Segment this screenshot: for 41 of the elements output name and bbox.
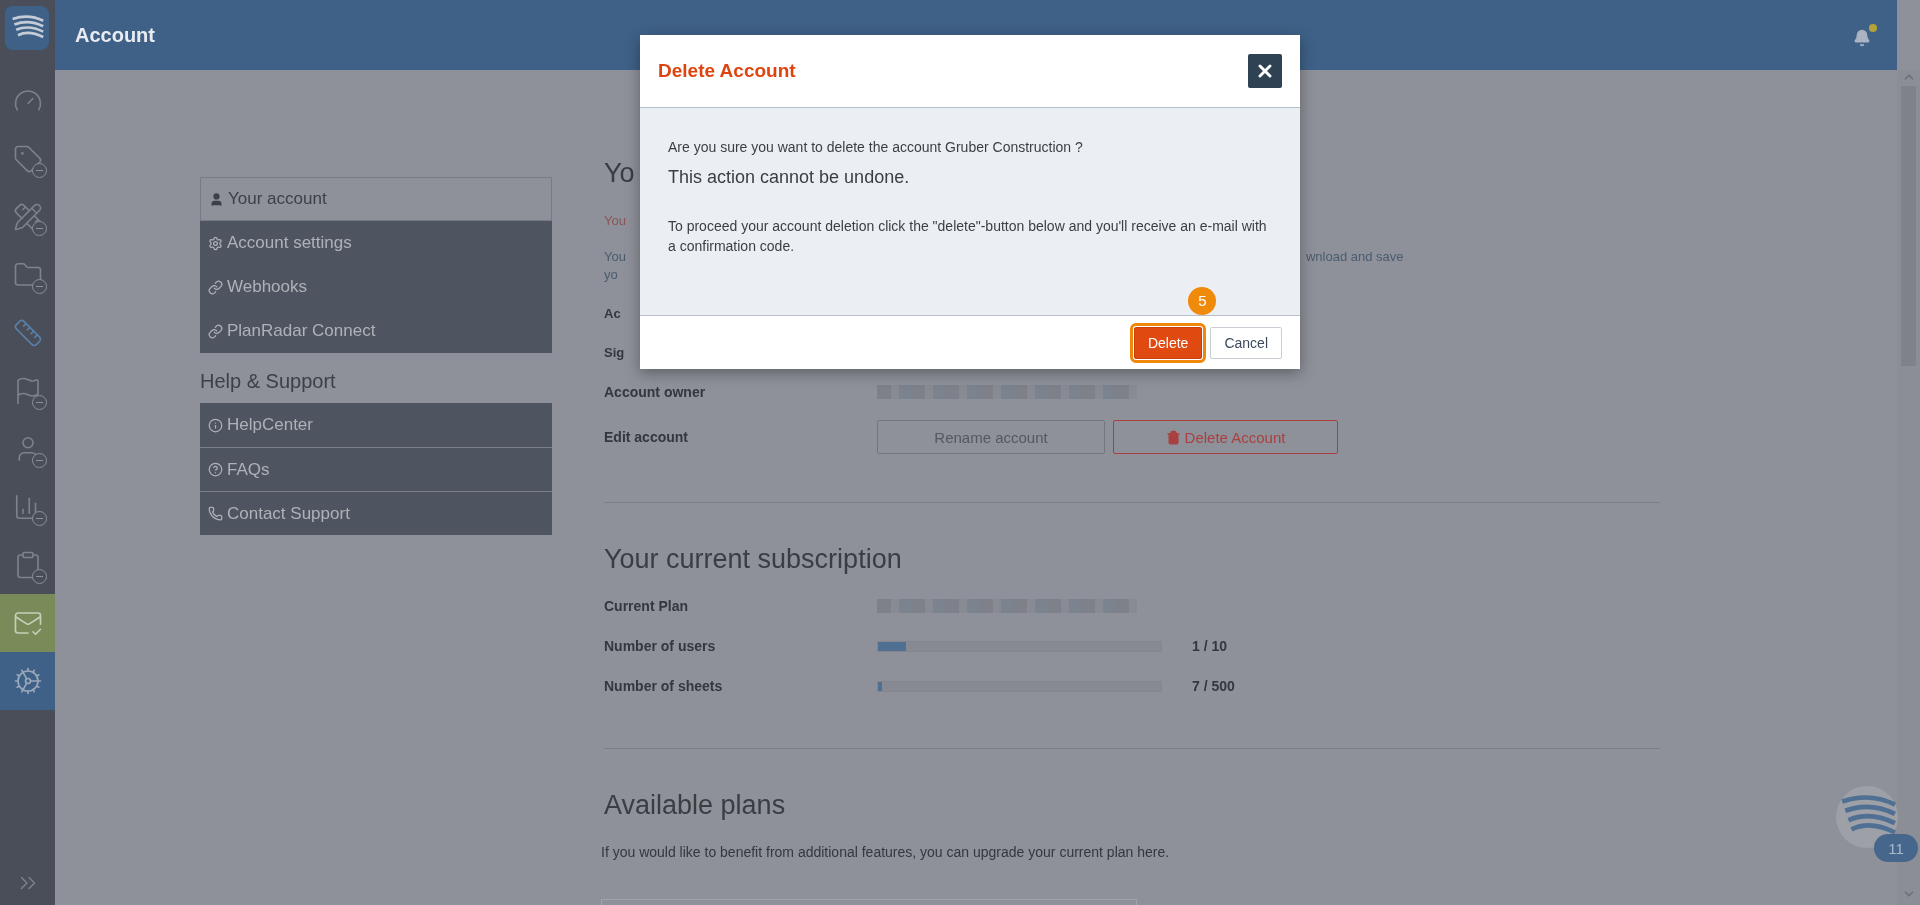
question-icon — [208, 462, 223, 477]
section-heading: Yo — [604, 157, 635, 190]
text-fragment: Ac — [604, 305, 621, 323]
menu-item[interactable]: Your account — [200, 177, 552, 221]
text-fragment: You — [604, 248, 626, 266]
usage-reading: 1 / 10 — [1192, 638, 1228, 654]
menu-heading: Help & Support — [200, 369, 337, 394]
phone-icon — [208, 506, 223, 521]
field-label: Account owner — [604, 384, 707, 400]
dialog-title: Delete Account — [658, 60, 796, 82]
field-label: Number of users — [604, 638, 717, 654]
link-icon — [208, 323, 223, 339]
sidebar-item[interactable] — [0, 652, 55, 710]
section-heading: Your current subscription — [604, 543, 902, 576]
field-label: Current Plan — [604, 598, 689, 614]
notification-bell-icon[interactable] — [1853, 23, 1877, 47]
usage-reading: 7 / 500 — [1192, 678, 1235, 694]
app-logo[interactable] — [5, 6, 49, 50]
plans-description: If you would like to benefit from additional features, you can upgrade your current plan here. — [601, 843, 1171, 862]
text-fragment: Sig — [604, 344, 625, 362]
user-icon — [209, 191, 224, 207]
delete-account-button[interactable]: Delete Account — [1113, 420, 1338, 454]
gear-icon — [208, 235, 223, 251]
close-button[interactable] — [1248, 54, 1282, 88]
dialog-question: Are you sure you want to delete the account Gruber Construction ? — [668, 138, 1084, 156]
sidebar-item[interactable] — [0, 594, 55, 652]
text-fragment: yo — [604, 266, 618, 284]
rename-button[interactable]: Rename account — [877, 420, 1105, 454]
field-label: Number of sheets — [604, 678, 724, 694]
link-icon — [208, 279, 223, 295]
dialog-warning: This action cannot be undone. — [668, 166, 911, 189]
dialog-instructions: To proceed your account deletion click the "delete"-button below and you'll receive an e-mail with a confirmation code. — [668, 217, 1268, 256]
trash-icon — [1165, 429, 1181, 445]
field-label: Edit account — [604, 429, 689, 445]
info-icon — [208, 417, 223, 433]
cancel-button[interactable]: Cancel — [1210, 326, 1282, 359]
chat-count-badge: 11 — [1874, 834, 1918, 862]
section-heading: Available plans — [604, 789, 786, 822]
text-fragment: wnload and save — [1305, 248, 1404, 266]
page-title: Account — [75, 23, 155, 47]
text-fragment: You — [604, 212, 626, 230]
